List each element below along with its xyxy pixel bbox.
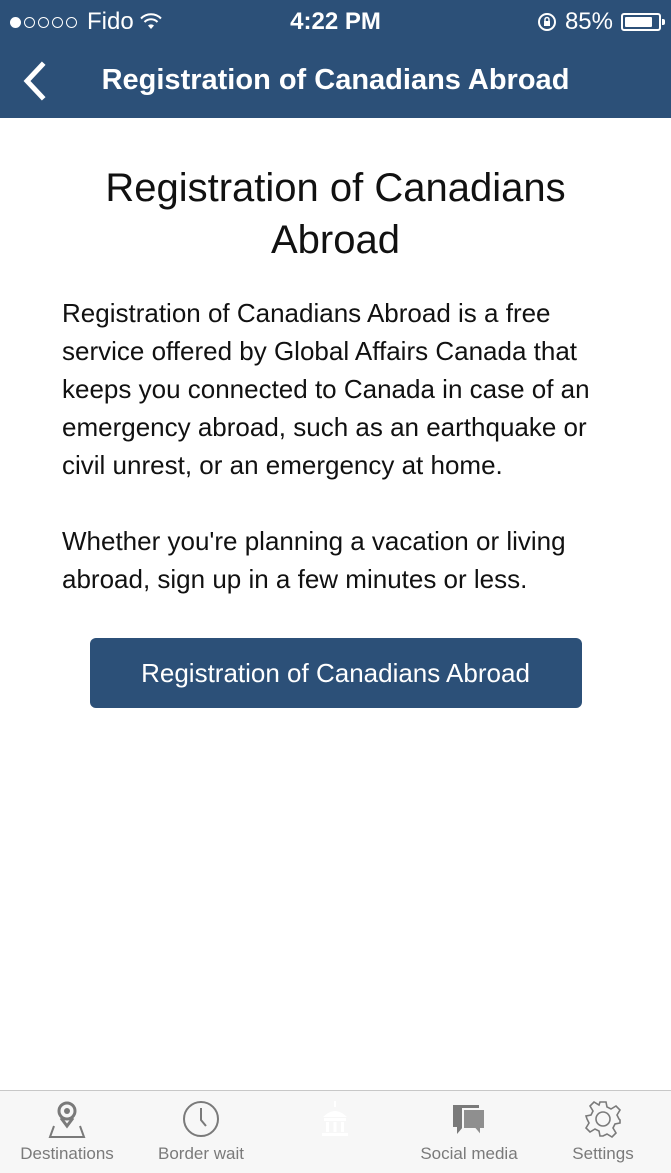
- signup-paragraph: Whether you're planning a vacation or li…: [62, 526, 566, 594]
- page-title: Registration of Canadians Abroad: [105, 166, 566, 262]
- tab-label: Border wait: [158, 1144, 244, 1163]
- tab-label: Destinations: [20, 1144, 114, 1163]
- tab-destinations[interactable]: Destinations: [0, 1091, 134, 1173]
- status-bar: Fido 4:22 PM 85%: [0, 0, 671, 44]
- tab-bar: Destinations Border wait Assistance Soci…: [0, 1090, 671, 1173]
- embassy-icon: [322, 1101, 348, 1136]
- clock-icon: [183, 1101, 219, 1137]
- tab-border-wait[interactable]: Border wait: [134, 1091, 268, 1173]
- registration-button[interactable]: Registration of Canadians Abroad: [89, 638, 582, 708]
- tab-label: Social media: [420, 1144, 518, 1163]
- tab-label: Settings: [572, 1144, 634, 1163]
- main-content: Registration of Canadians Abroad Registr…: [0, 118, 671, 708]
- tab-label: Assistance: [293, 1144, 377, 1163]
- rotation-lock-icon: [537, 13, 556, 31]
- chat-icon: [453, 1105, 486, 1139]
- gear-icon: [584, 1100, 622, 1139]
- battery-icon: [621, 13, 665, 31]
- tab-assistance[interactable]: Assistance: [268, 1091, 402, 1173]
- map-pin-icon: [48, 1101, 86, 1138]
- battery-info: 85%: [537, 8, 665, 36]
- battery-percent: 85%: [564, 8, 613, 35]
- description-paragraph: Registration of Canadians Abroad is a fr…: [62, 298, 590, 480]
- nav-title: Registration of Canadians Abroad: [101, 64, 570, 96]
- navigation-bar: Registration of Canadians Abroad: [0, 44, 671, 118]
- tab-social-media[interactable]: Social media: [402, 1091, 536, 1173]
- tab-settings[interactable]: Settings: [536, 1091, 670, 1173]
